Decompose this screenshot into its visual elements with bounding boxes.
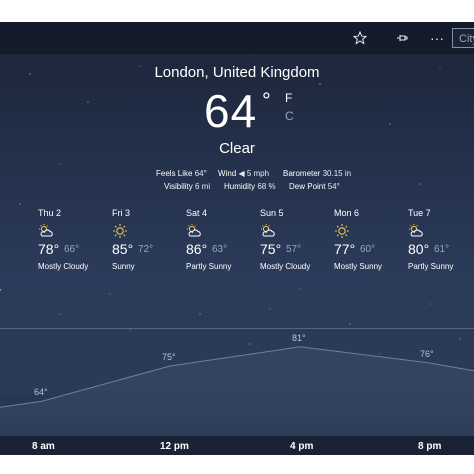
hourly-temperature-chart [0,328,474,439]
scroll-left-indicator[interactable]: ' [0,288,2,297]
city-search-input[interactable]: City [452,28,474,48]
forecast-low: 63° [212,244,228,255]
forecast-day[interactable]: Sun 5 75° 57° Mostly Cloudy [260,208,332,278]
forecast-day-name: Sun 5 [260,208,284,218]
forecast-day[interactable]: Mon 6 77° 60° Mostly Sunny [334,208,406,278]
forecast-day-name: Mon 6 [334,208,360,218]
more-icon[interactable]: ··· [422,22,452,54]
forecast-high: 85° [112,241,134,257]
forecast-high: 86° [186,241,208,257]
feels-like-value: 64° [194,169,207,178]
forecast-low: 66° [64,244,80,255]
degree-symbol: ° [262,88,271,113]
dew-point-value: 54° [327,182,340,191]
weather-details: Feels Like 64° Wind ◀ 5 mph Barometer 30… [156,167,386,193]
location-title: London, United Kingdom [154,64,320,81]
weather-app: ··· City London, United Kingdom 64 ° F C… [0,22,474,455]
current-condition: Clear [219,140,255,157]
current-temperature: 64 [204,85,258,137]
forecast-day[interactable]: Thu 2 78° 66° Mostly Cloudy [38,208,110,278]
title-bar: ··· City [0,22,474,54]
forecast-day[interactable]: Sat 4 86° 63° Partly Sunny [186,208,258,278]
forecast-condition: Partly Sunny [186,262,232,271]
forecast-day[interactable]: Fri 3 85° 72° Sunny [112,208,184,278]
time-axis-label: 12 pm [160,441,189,452]
pin-icon[interactable] [387,22,417,54]
forecast-condition: Partly Sunny [408,262,454,271]
forecast-low: 57° [286,244,302,255]
partly-cloudy-icon [39,224,53,237]
point-label: 64° [34,387,48,398]
partly-cloudy-icon [409,224,423,237]
forecast-day-name: Sat 4 [186,208,208,218]
time-axis [0,436,474,455]
forecast-low: 72° [138,244,154,255]
forecast-condition: Mostly Cloudy [38,262,89,271]
partly-cloudy-icon [187,224,201,237]
forecast-day[interactable]: Tue 7 80° 61° Partly Sunny [408,208,474,278]
point-label: 81° [292,332,306,343]
barometer-value: 30.15 in [322,169,352,178]
sun-icon [113,224,127,238]
forecast-condition: Mostly Sunny [334,262,383,271]
forecast-day-name: Thu 2 [38,208,62,218]
forecast-high: 77° [334,241,356,257]
forecast-high: 75° [260,241,282,257]
star-icon[interactable] [345,22,375,54]
visibility-label: Visibility [164,182,193,191]
humidity-value: 68 % [257,182,276,191]
unit-celsius-toggle[interactable]: C [285,109,294,123]
wind-label: Wind [218,169,237,178]
wind-value: ◀ 5 mph [238,169,270,178]
humidity-label: Humidity [224,182,256,191]
forecast-day-name: Fri 3 [112,208,130,218]
forecast-condition: Mostly Cloudy [260,262,311,271]
time-axis-label: 8 am [32,441,55,452]
sun-icon [335,224,349,238]
forecast-low: 61° [434,244,450,255]
forecast-high: 78° [38,241,60,257]
partly-cloudy-icon [261,224,275,237]
forecast-day-name: Tue 7 [408,208,431,218]
visibility-value: 6 mi [194,182,211,191]
unit-fahrenheit-toggle[interactable]: F [285,91,292,105]
point-label: 75° [162,352,176,362]
time-axis-label: 4 pm [290,441,314,452]
time-axis-label: 8 pm [418,441,442,452]
forecast-condition: Sunny [112,262,135,271]
barometer-label: Barometer [283,169,321,178]
feels-like-label: Feels Like [156,169,193,178]
dew-point-label: Dew Point [289,182,326,191]
forecast-low: 60° [360,244,376,255]
forecast-high: 80° [408,241,430,257]
point-label: 76° [420,348,434,359]
daily-forecast: Thu 2 78° 66° Mostly Cloudy Fri 3 85° 72… [0,208,474,278]
